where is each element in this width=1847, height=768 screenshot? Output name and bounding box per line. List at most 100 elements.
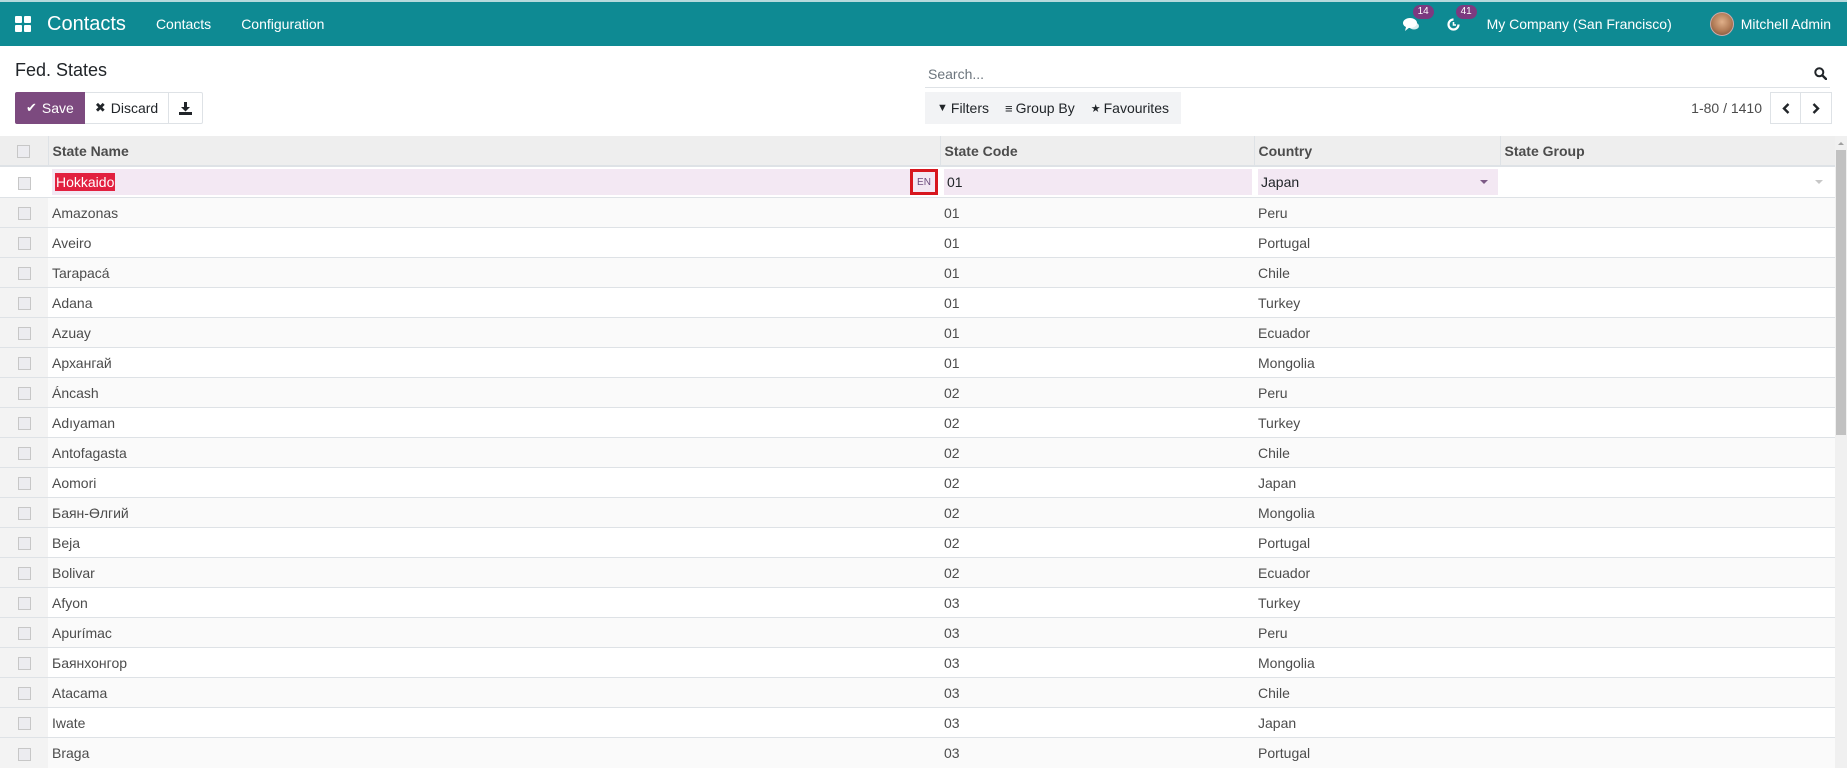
state-group-cell[interactable] xyxy=(1500,257,1835,288)
column-header-state-code[interactable]: State Code xyxy=(940,136,1255,167)
state-name-cell[interactable]: Afyon xyxy=(48,587,940,618)
country-cell[interactable]: Chile xyxy=(1254,257,1500,288)
messages-button[interactable]: 14 xyxy=(1402,4,1434,32)
column-header-state-name[interactable]: State Name xyxy=(48,136,941,167)
state-code-cell[interactable]: 03 xyxy=(940,647,1254,678)
row-checkbox[interactable] xyxy=(17,747,31,761)
country-cell[interactable]: Mongolia xyxy=(1254,347,1500,378)
state-code-cell[interactable]: 03 xyxy=(940,617,1254,648)
discard-button[interactable]: ✖ Discard xyxy=(84,92,170,124)
state-name-cell[interactable]: Beja xyxy=(48,527,940,558)
state-group-cell[interactable] xyxy=(1500,647,1835,678)
state-name-cell[interactable]: Iwate xyxy=(48,707,940,738)
state-group-cell[interactable] xyxy=(1500,437,1835,468)
state-group-cell[interactable] xyxy=(1500,587,1835,618)
table-row[interactable]: Adıyaman 02 Turkey xyxy=(0,407,1835,438)
country-cell[interactable]: Ecuador xyxy=(1254,317,1500,348)
row-checkbox[interactable] xyxy=(17,687,31,701)
state-name-cell[interactable]: Adana xyxy=(48,287,940,318)
row-checkbox[interactable] xyxy=(17,267,31,281)
caret-down-icon[interactable] xyxy=(1480,180,1488,184)
state-name-cell[interactable]: Amazonas xyxy=(48,197,940,228)
country-cell[interactable]: Mongolia xyxy=(1254,497,1500,528)
table-row[interactable]: Atacama 03 Chile xyxy=(0,677,1835,708)
save-button[interactable]: ✔ Save xyxy=(15,92,85,124)
table-row[interactable]: Apurímac 03 Peru xyxy=(0,617,1835,648)
state-group-cell[interactable] xyxy=(1500,377,1835,408)
scrollbar-thumb[interactable] xyxy=(1836,150,1846,435)
country-cell[interactable]: Japan xyxy=(1254,707,1500,738)
menu-contacts[interactable]: Contacts xyxy=(156,16,211,32)
table-row[interactable]: Aomori 02 Japan xyxy=(0,467,1835,498)
country-select[interactable]: Japan xyxy=(1258,169,1498,195)
state-name-cell[interactable]: Atacama xyxy=(48,677,940,708)
state-group-select[interactable] xyxy=(1504,169,1833,195)
row-checkbox[interactable] xyxy=(17,237,31,251)
state-group-cell[interactable] xyxy=(1500,497,1835,528)
state-code-cell[interactable]: 02 xyxy=(940,527,1254,558)
country-cell[interactable]: Ecuador xyxy=(1254,557,1500,588)
country-cell[interactable]: Turkey xyxy=(1254,407,1500,438)
table-row[interactable]: Bolivar 02 Ecuador xyxy=(0,557,1835,588)
state-code-cell[interactable]: 01 xyxy=(940,197,1254,228)
country-cell[interactable]: Portugal xyxy=(1254,527,1500,558)
state-group-cell[interactable] xyxy=(1500,527,1835,558)
row-checkbox[interactable] xyxy=(17,387,31,401)
row-checkbox[interactable] xyxy=(17,477,31,491)
pager-value[interactable]: 1-80 / 1410 xyxy=(1691,100,1762,116)
favourites-button[interactable]: ★ Favourites xyxy=(1083,100,1177,116)
state-group-cell[interactable] xyxy=(1500,317,1835,348)
row-checkbox[interactable] xyxy=(17,657,31,671)
country-cell[interactable]: Chile xyxy=(1254,677,1500,708)
state-code-cell[interactable]: 03 xyxy=(940,737,1254,768)
table-row[interactable]: Iwate 03 Japan xyxy=(0,707,1835,738)
table-row[interactable]: Antofagasta 02 Chile xyxy=(0,437,1835,468)
state-name-cell[interactable]: Tarapacá xyxy=(48,257,940,288)
state-name-cell[interactable]: Adıyaman xyxy=(48,407,940,438)
row-checkbox[interactable] xyxy=(17,357,31,371)
state-code-cell[interactable]: 01 xyxy=(940,287,1254,318)
state-group-cell[interactable] xyxy=(1500,227,1835,258)
country-cell[interactable]: Peru xyxy=(1254,377,1500,408)
row-checkbox[interactable] xyxy=(17,507,31,521)
state-group-cell[interactable] xyxy=(1500,737,1835,768)
table-row[interactable]: Архангай 01 Mongolia xyxy=(0,347,1835,378)
user-menu[interactable]: Mitchell Admin xyxy=(1709,12,1831,36)
state-group-cell[interactable] xyxy=(1500,707,1835,738)
filters-button[interactable]: ▼ Filters xyxy=(929,100,997,116)
country-cell[interactable]: Peru xyxy=(1254,197,1500,228)
app-name[interactable]: Contacts xyxy=(47,13,126,36)
table-row[interactable]: Azuay 01 Ecuador xyxy=(0,317,1835,348)
state-group-cell[interactable] xyxy=(1500,617,1835,648)
state-group-cell[interactable] xyxy=(1500,197,1835,228)
state-group-cell[interactable] xyxy=(1500,407,1835,438)
row-checkbox[interactable] xyxy=(17,327,31,341)
table-row[interactable]: Adana 01 Turkey xyxy=(0,287,1835,318)
row-checkbox[interactable] xyxy=(17,717,31,731)
country-cell[interactable]: Turkey xyxy=(1254,287,1500,318)
state-name-cell[interactable]: Braga xyxy=(48,737,940,768)
state-code-cell[interactable]: 02 xyxy=(940,377,1254,408)
state-code-cell[interactable]: 02 xyxy=(940,407,1254,438)
table-row[interactable]: Amazonas 01 Peru xyxy=(0,197,1835,228)
menu-configuration[interactable]: Configuration xyxy=(241,16,324,32)
state-name-cell[interactable]: Bolivar xyxy=(48,557,940,588)
state-name-cell[interactable]: Azuay xyxy=(48,317,940,348)
state-code-cell[interactable]: 01 xyxy=(940,347,1254,378)
state-code-cell[interactable]: 03 xyxy=(940,677,1254,708)
row-checkbox[interactable] xyxy=(17,207,31,221)
export-button[interactable] xyxy=(169,92,204,124)
scroll-up-arrow-icon[interactable] xyxy=(1835,136,1847,150)
row-checkbox[interactable] xyxy=(17,417,31,431)
group-by-button[interactable]: ≡ Group By xyxy=(997,100,1083,116)
activities-button[interactable]: 41 xyxy=(1446,4,1477,32)
row-checkbox[interactable] xyxy=(17,176,31,190)
state-code-cell[interactable]: 02 xyxy=(940,467,1254,498)
table-row[interactable]: Aveiro 01 Portugal xyxy=(0,227,1835,258)
column-header-country[interactable]: Country xyxy=(1254,136,1501,167)
state-code-input[interactable]: 01 xyxy=(944,169,1252,195)
country-cell[interactable]: Mongolia xyxy=(1254,647,1500,678)
state-group-cell[interactable] xyxy=(1500,557,1835,588)
company-switcher[interactable]: My Company (San Francisco) xyxy=(1487,16,1672,32)
table-row[interactable]: Beja 02 Portugal xyxy=(0,527,1835,558)
